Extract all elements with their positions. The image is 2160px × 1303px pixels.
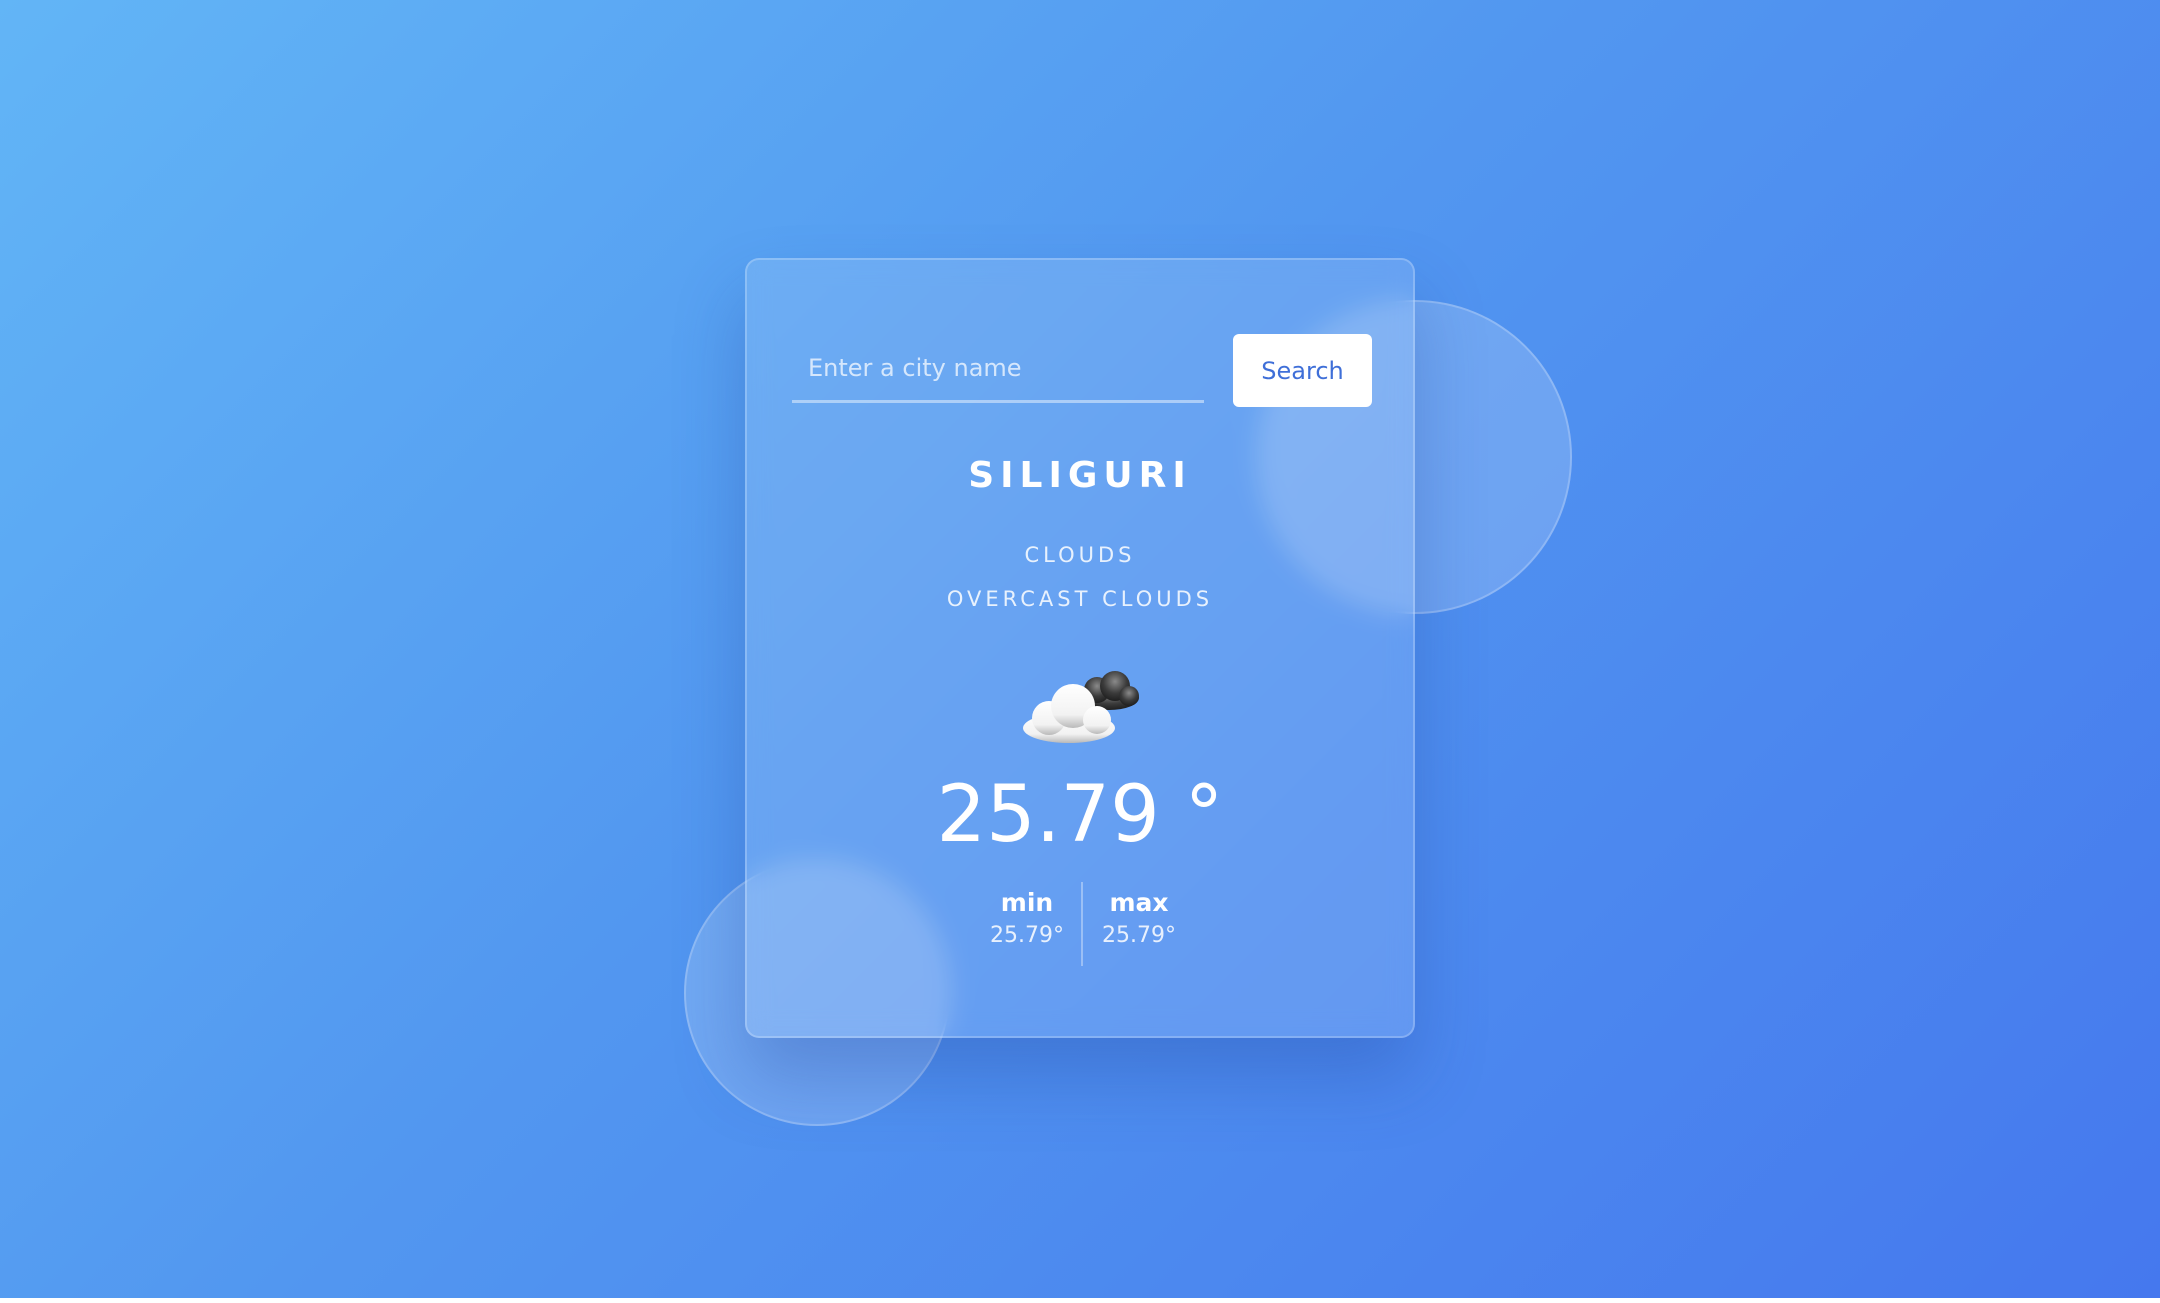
max-temperature: max 25.79° (1089, 888, 1189, 948)
max-label: max (1109, 888, 1169, 917)
city-name: SILIGURI (968, 455, 1192, 496)
weather-description: OVERCAST CLOUDS (946, 587, 1214, 611)
city-search-input[interactable] (792, 335, 1204, 403)
min-temperature: min 25.79° (977, 888, 1077, 948)
current-temperature: 25.79 ° (936, 770, 1224, 860)
search-button[interactable]: Search (1233, 334, 1372, 407)
weather-card: Search SILIGURI CLOUDS OVERCAST CLOUDS (745, 258, 1415, 1038)
bottom-edge (0, 1298, 2160, 1303)
min-max-divider (1081, 882, 1083, 966)
min-label: min (1000, 888, 1054, 917)
min-max-temperature: min 25.79° max 25.79° (977, 880, 1187, 968)
max-value: 25.79° (1102, 923, 1176, 948)
overcast-clouds-icon (1023, 671, 1139, 743)
min-value: 25.79° (990, 923, 1064, 948)
weather-condition: CLOUDS (1024, 543, 1136, 567)
